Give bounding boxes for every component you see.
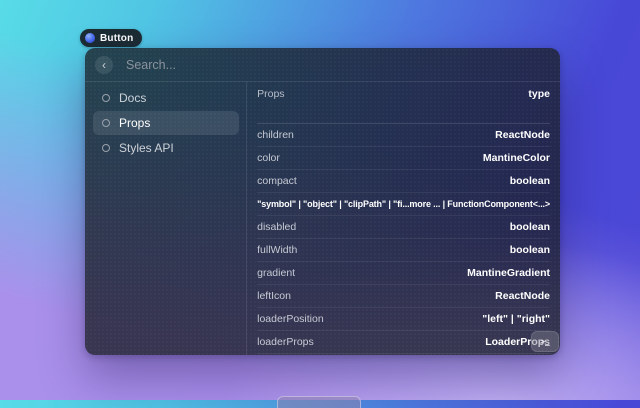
- sidebar-item-label: Docs: [119, 91, 146, 105]
- prop-name: gradient: [257, 267, 295, 279]
- prop-type: MantineColor: [483, 152, 550, 164]
- prop-type: ReactNode: [495, 129, 550, 141]
- props-table-header: Props type: [257, 82, 550, 123]
- terminal-toggle-button[interactable]: >_: [531, 331, 559, 352]
- prop-name: loaderProps: [257, 336, 314, 348]
- prop-type: "symbol" | "object" | "clipPath" | "fi..…: [257, 199, 550, 209]
- prop-row-lefticon: leftIcon ReactNode: [257, 284, 550, 307]
- desktop-background: { "badge": { "label": "Button" }, "modal…: [0, 0, 640, 400]
- prop-name: children: [257, 129, 294, 141]
- sidebar: Docs Props Styles API: [85, 82, 246, 355]
- prop-row-loaderposition: loaderPosition "left" | "right": [257, 307, 550, 330]
- prop-row-color: color MantineColor: [257, 146, 550, 169]
- sidebar-item-props[interactable]: Props: [93, 111, 239, 135]
- prop-row-compact: compact boolean: [257, 169, 550, 192]
- prop-row-fullwidth: fullWidth boolean: [257, 238, 550, 261]
- sidebar-item-label: Styles API: [119, 141, 174, 155]
- prop-name: disabled: [257, 221, 296, 233]
- prop-row-loaderprops: loaderProps LoaderProps: [257, 330, 550, 353]
- header-props-label: Props: [257, 88, 284, 100]
- prop-type: MantineGradient: [467, 267, 550, 279]
- sidebar-item-label: Props: [119, 116, 150, 130]
- prop-type: ReactNode: [495, 290, 550, 302]
- search-input[interactable]: [124, 57, 548, 73]
- prop-type: "left" | "right": [482, 313, 550, 325]
- sidebar-item-docs[interactable]: Docs: [93, 86, 239, 110]
- circle-icon: [102, 119, 110, 127]
- props-table: Props type children ReactNode color Mant…: [247, 82, 560, 355]
- component-badge[interactable]: Button: [80, 29, 142, 47]
- prop-row-disabled: disabled boolean: [257, 215, 550, 238]
- prop-row-gradient: gradient MantineGradient: [257, 261, 550, 284]
- terminal-prompt-icon: >_: [540, 337, 550, 346]
- prop-name: leftIcon: [257, 290, 291, 302]
- prop-type: boolean: [510, 244, 550, 256]
- prop-type: boolean: [510, 175, 550, 187]
- prop-name: fullWidth: [257, 244, 297, 256]
- component-badge-label: Button: [100, 33, 133, 44]
- back-chevron-icon: ‹: [102, 59, 106, 71]
- prop-row-children: children ReactNode: [257, 123, 550, 146]
- prop-name: compact: [257, 175, 297, 187]
- search-bar: ‹: [85, 48, 560, 82]
- prop-name: loaderPosition: [257, 313, 324, 325]
- back-button[interactable]: ‹: [95, 56, 113, 74]
- component-dot-icon: [85, 33, 95, 43]
- prop-name: color: [257, 152, 280, 164]
- sidebar-item-styles-api[interactable]: Styles API: [93, 136, 239, 160]
- modal-body: Docs Props Styles API Props type childre…: [85, 82, 560, 355]
- circle-icon: [102, 144, 110, 152]
- bottom-dock-peek[interactable]: [277, 396, 361, 408]
- circle-icon: [102, 94, 110, 102]
- spotlight-modal: ‹ Docs Props Styles API Props type: [85, 48, 560, 355]
- prop-row-loading: loading boolean: [257, 353, 550, 355]
- prop-row-component: "symbol" | "object" | "clipPath" | "fi..…: [257, 192, 550, 215]
- prop-type: boolean: [510, 221, 550, 233]
- header-type-label: type: [528, 88, 550, 100]
